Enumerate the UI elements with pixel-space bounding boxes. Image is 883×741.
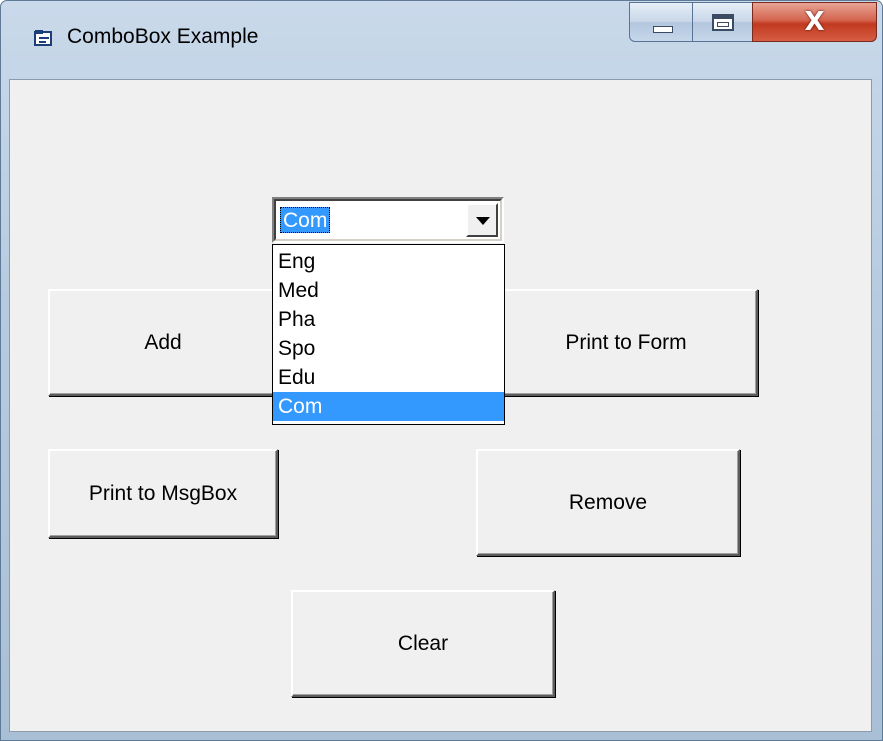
print-to-msgbox-button[interactable]: Print to MsgBox bbox=[48, 449, 278, 538]
close-button[interactable]: X bbox=[752, 2, 877, 42]
minimize-button[interactable] bbox=[629, 2, 693, 42]
add-button[interactable]: Add bbox=[48, 289, 278, 396]
combobox-dropdown-list[interactable]: Eng Med Pha Spo Edu Com bbox=[272, 244, 505, 425]
app-icon[interactable] bbox=[34, 29, 54, 47]
main-window: ComboBox Example X Add Print to Form Pri… bbox=[0, 0, 883, 741]
clear-button[interactable]: Clear bbox=[291, 590, 555, 697]
dropdown-option-edu[interactable]: Edu bbox=[273, 363, 504, 392]
remove-button[interactable]: Remove bbox=[476, 449, 740, 556]
print-to-form-button[interactable]: Print to Form bbox=[494, 289, 758, 396]
window-title: ComboBox Example bbox=[67, 25, 259, 48]
dropdown-option-spo[interactable]: Spo bbox=[273, 334, 504, 363]
dropdown-option-com[interactable]: Com bbox=[273, 392, 504, 421]
dropdown-option-pha[interactable]: Pha bbox=[273, 305, 504, 334]
maximize-button[interactable] bbox=[692, 2, 753, 42]
minimize-icon bbox=[653, 26, 673, 33]
form-client-area: Add Print to Form Print to MsgBox Remove… bbox=[9, 79, 872, 732]
category-combobox[interactable]: Com bbox=[272, 197, 504, 243]
maximize-icon bbox=[712, 14, 734, 31]
close-icon: X bbox=[804, 7, 825, 37]
chevron-down-icon[interactable] bbox=[466, 203, 498, 237]
title-bar[interactable]: ComboBox Example X bbox=[1, 1, 882, 79]
combobox-value[interactable]: Com bbox=[280, 207, 331, 233]
caption-buttons: X bbox=[629, 2, 877, 43]
dropdown-option-med[interactable]: Med bbox=[273, 276, 504, 305]
dropdown-option-eng[interactable]: Eng bbox=[273, 247, 504, 276]
